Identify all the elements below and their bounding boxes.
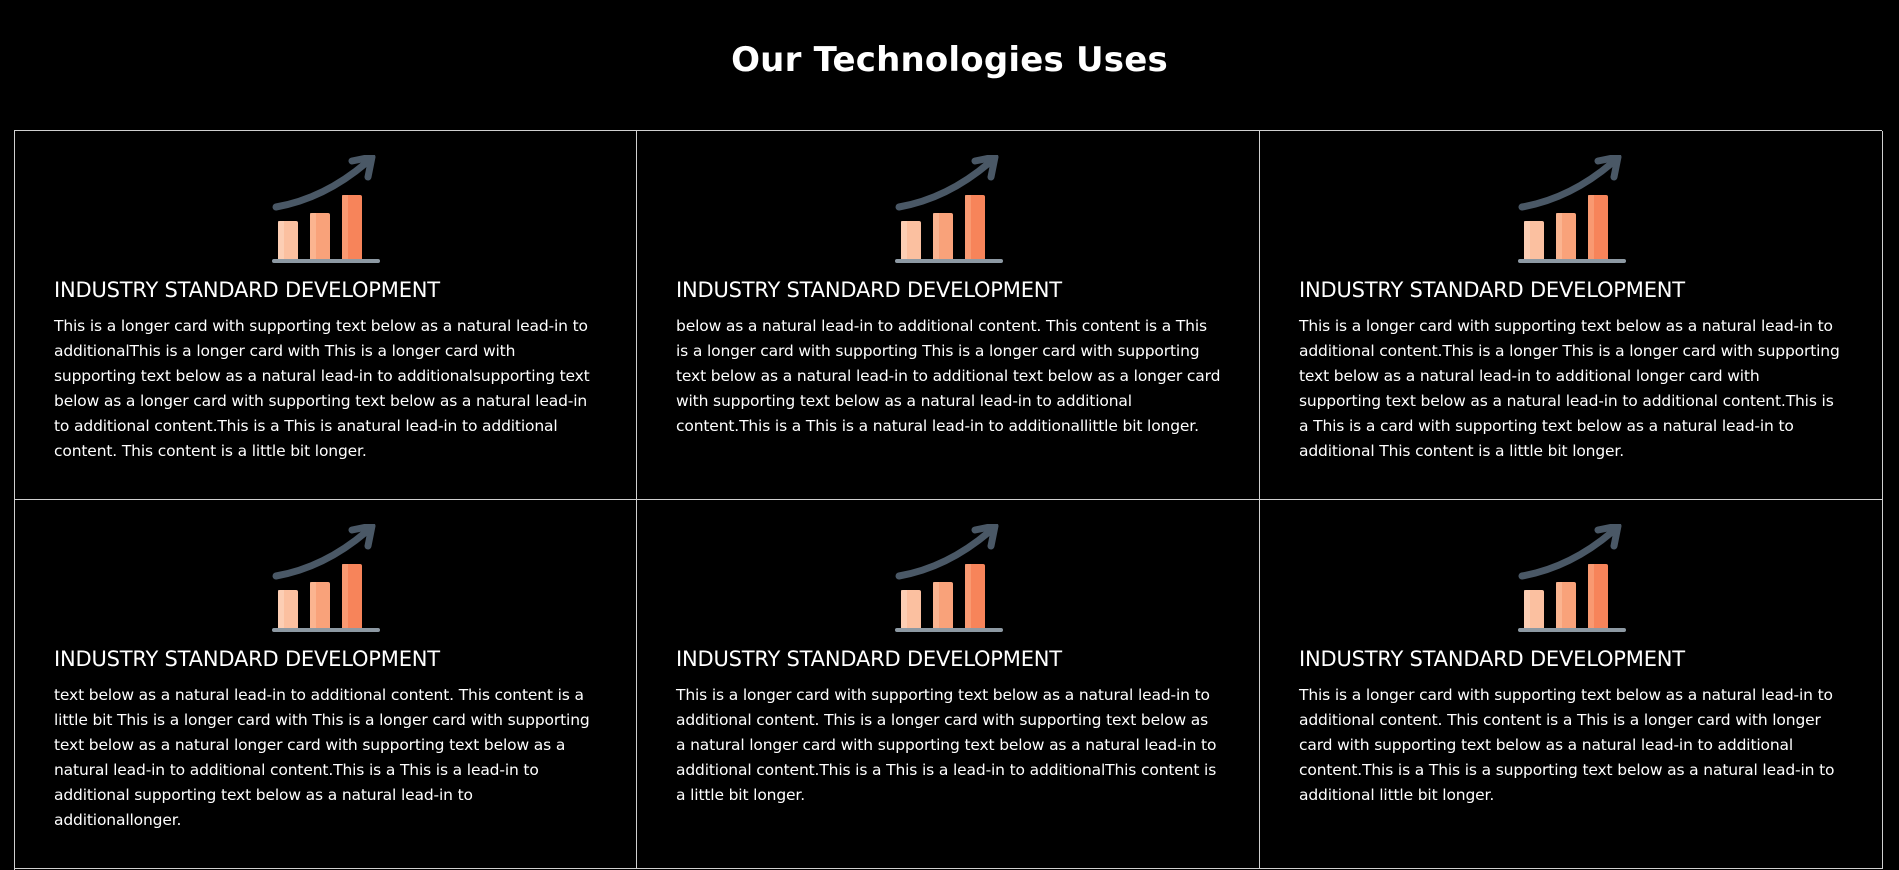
card-title: INDUSTRY STANDARD DEVELOPMENT [1299,647,1685,671]
growth-chart-icon [894,155,1003,263]
card-text: This is a longer card with supporting te… [54,317,590,460]
technology-card: INDUSTRY STANDARD DEVELOPMENT This is a … [15,131,637,500]
technologies-grid: INDUSTRY STANDARD DEVELOPMENT This is a … [14,130,1883,870]
technology-card: INDUSTRY STANDARD DEVELOPMENT This is a … [1260,500,1883,869]
card-title: INDUSTRY STANDARD DEVELOPMENT [676,278,1062,302]
growth-chart-icon [1517,524,1626,632]
card-title: INDUSTRY STANDARD DEVELOPMENT [54,278,440,302]
technology-card: INDUSTRY STANDARD DEVELOPMENT text below… [15,500,637,869]
growth-chart-icon [894,524,1003,632]
section-title: Our Technologies Uses [731,40,1168,80]
card-title: INDUSTRY STANDARD DEVELOPMENT [54,647,440,671]
technology-card: INDUSTRY STANDARD DEVELOPMENT This is a … [1260,131,1883,500]
card-text: This is a longer card with supporting te… [676,686,1217,804]
technology-card: INDUSTRY STANDARD DEVELOPMENT below as a… [637,131,1260,500]
card-title: INDUSTRY STANDARD DEVELOPMENT [676,647,1062,671]
card-text: This is a longer card with supporting te… [1299,317,1840,460]
card-text: This is a longer card with supporting te… [1299,686,1835,804]
card-text: text below as a natural lead-in to addit… [54,686,590,829]
growth-chart-icon [1517,155,1626,263]
growth-chart-icon [272,155,380,263]
card-text: below as a natural lead-in to additional… [676,317,1221,435]
growth-chart-icon [272,524,380,632]
card-title: INDUSTRY STANDARD DEVELOPMENT [1299,278,1685,302]
technology-card: INDUSTRY STANDARD DEVELOPMENT This is a … [637,500,1260,869]
